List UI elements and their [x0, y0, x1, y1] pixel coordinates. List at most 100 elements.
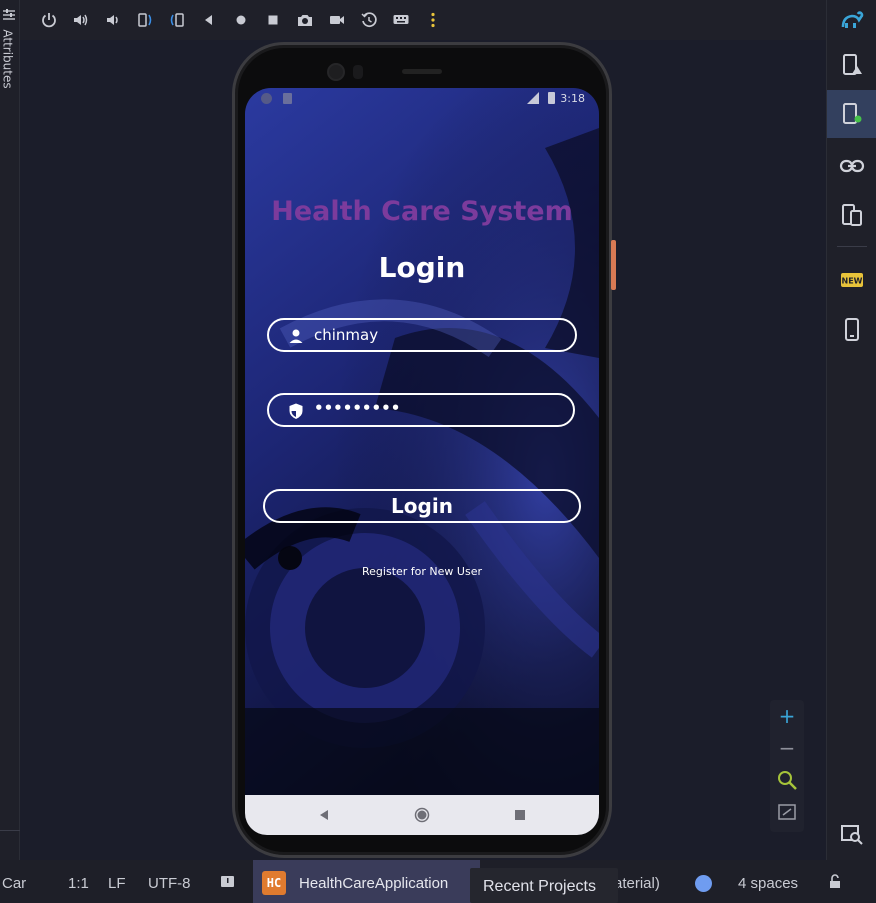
snapshot-button[interactable]: [356, 7, 382, 33]
login-button[interactable]: Login: [263, 489, 581, 523]
zoom-actual-button[interactable]: [770, 764, 804, 796]
sensor: [353, 65, 363, 79]
password-value: •••••••••: [314, 399, 401, 417]
lock-icon[interactable]: [828, 874, 843, 893]
layout-inspector-button[interactable]: [827, 814, 876, 854]
file-encoding[interactable]: UTF-8: [148, 875, 191, 892]
overview-icon: [268, 15, 278, 25]
camera-icon: [298, 15, 312, 26]
theme-label[interactable]: aterial): [614, 875, 660, 892]
rotate-left-button[interactable]: [132, 7, 158, 33]
volume-down-button[interactable]: [100, 7, 126, 33]
zoom-in-button[interactable]: +: [770, 700, 804, 732]
username-field[interactable]: chinmay: [267, 318, 577, 352]
status-time: 3:18: [560, 92, 585, 105]
theme-indicator-icon[interactable]: [695, 875, 712, 892]
more-button[interactable]: [420, 7, 446, 33]
emulator-toolbar: [20, 0, 826, 40]
magnifier-icon: [778, 771, 797, 790]
overview-button[interactable]: [260, 7, 286, 33]
phone-side-button[interactable]: [611, 240, 616, 290]
username-value: chinmay: [314, 326, 379, 344]
rotate-right-button[interactable]: [164, 7, 190, 33]
zoom-in-icon: +: [778, 704, 796, 728]
attributes-panel-strip: Attributes: [0, 0, 20, 860]
device-mirroring-button[interactable]: [827, 195, 876, 235]
project-badge: HC: [262, 871, 286, 895]
sliders-icon[interactable]: [2, 8, 16, 22]
link-button[interactable]: [827, 146, 876, 186]
volume-up-icon: [74, 14, 88, 26]
login-heading: Login: [378, 251, 466, 284]
screenshot-button[interactable]: [292, 7, 318, 33]
register-link[interactable]: Register for New User: [245, 565, 599, 578]
stethoscope-background-image: [245, 88, 599, 795]
nav-back-button[interactable]: [314, 805, 334, 825]
right-tool-strip: NEW: [826, 0, 876, 860]
back-button[interactable]: [196, 7, 222, 33]
android-status-bar: 3:18: [245, 88, 599, 110]
sd-card-icon: [283, 93, 292, 104]
gradle-icon: [841, 11, 864, 28]
android-nav-bar: [245, 795, 599, 835]
indent-setting[interactable]: 4 spaces: [738, 875, 798, 892]
rotate-right-icon: [170, 13, 184, 27]
attributes-tab[interactable]: Attributes: [1, 29, 15, 88]
zoom-fit-button[interactable]: [770, 796, 804, 828]
running-devices-button[interactable]: [827, 90, 876, 138]
signal-icon: [527, 92, 539, 104]
record-icon: [330, 16, 344, 24]
device-manager-icon: [843, 54, 862, 75]
nav-overview-button[interactable]: [510, 805, 530, 825]
new-badge-text: NEW: [842, 277, 863, 286]
fit-screen-icon: [778, 804, 796, 820]
app-title: Health Care System: [271, 196, 573, 227]
device-mirroring-icon: [842, 204, 862, 226]
nav-home-button[interactable]: [412, 805, 432, 825]
front-camera: [327, 63, 345, 81]
link-icon: [839, 159, 865, 173]
snapshot-icon: [361, 12, 377, 28]
project-name[interactable]: HealthCareApplication: [299, 875, 469, 892]
back-icon: [205, 15, 212, 25]
back-icon: [320, 810, 328, 820]
recent-projects-tooltip: Recent Projects: [470, 868, 618, 903]
divider: [837, 246, 867, 247]
new-badge-icon: NEW: [841, 273, 863, 287]
phone-icon: [845, 318, 859, 341]
home-button[interactable]: [228, 7, 254, 33]
home-icon: [414, 807, 430, 823]
cursor-position[interactable]: 1:1: [68, 875, 89, 892]
inspect-icon: [841, 825, 863, 845]
earpiece-speaker: [402, 69, 442, 74]
gradle-button[interactable]: [827, 0, 876, 40]
keyboard-button[interactable]: [388, 7, 414, 33]
context-label[interactable]: Car: [2, 875, 26, 892]
notification-icon: [261, 93, 272, 104]
person-icon: [289, 329, 303, 343]
running-devices-icon: [843, 103, 862, 124]
device-button[interactable]: [827, 310, 876, 350]
book-icon: [221, 876, 234, 887]
power-button[interactable]: [36, 7, 62, 33]
volume-up-button[interactable]: [68, 7, 94, 33]
record-button[interactable]: [324, 7, 350, 33]
device-screen: 3:18 Health Care System Login chinmay ••…: [245, 88, 599, 835]
overview-icon: [515, 810, 525, 820]
keyboard-icon: [393, 15, 409, 24]
zoom-out-button[interactable]: −: [770, 732, 804, 764]
unlock-icon: [830, 874, 840, 888]
zoom-out-icon: −: [778, 736, 796, 760]
password-field[interactable]: •••••••••: [267, 393, 575, 427]
readonly-icon[interactable]: [220, 874, 235, 893]
line-ending[interactable]: LF: [108, 875, 126, 892]
zoom-controls: + −: [770, 700, 804, 832]
shield-icon: [289, 403, 303, 419]
home-icon: [236, 15, 246, 25]
divider: [0, 830, 20, 831]
more-icon: [431, 12, 435, 28]
battery-icon: [548, 92, 555, 104]
volume-down-icon: [107, 15, 118, 25]
device-manager-button[interactable]: [827, 45, 876, 85]
whats-new-button[interactable]: NEW: [827, 260, 876, 300]
